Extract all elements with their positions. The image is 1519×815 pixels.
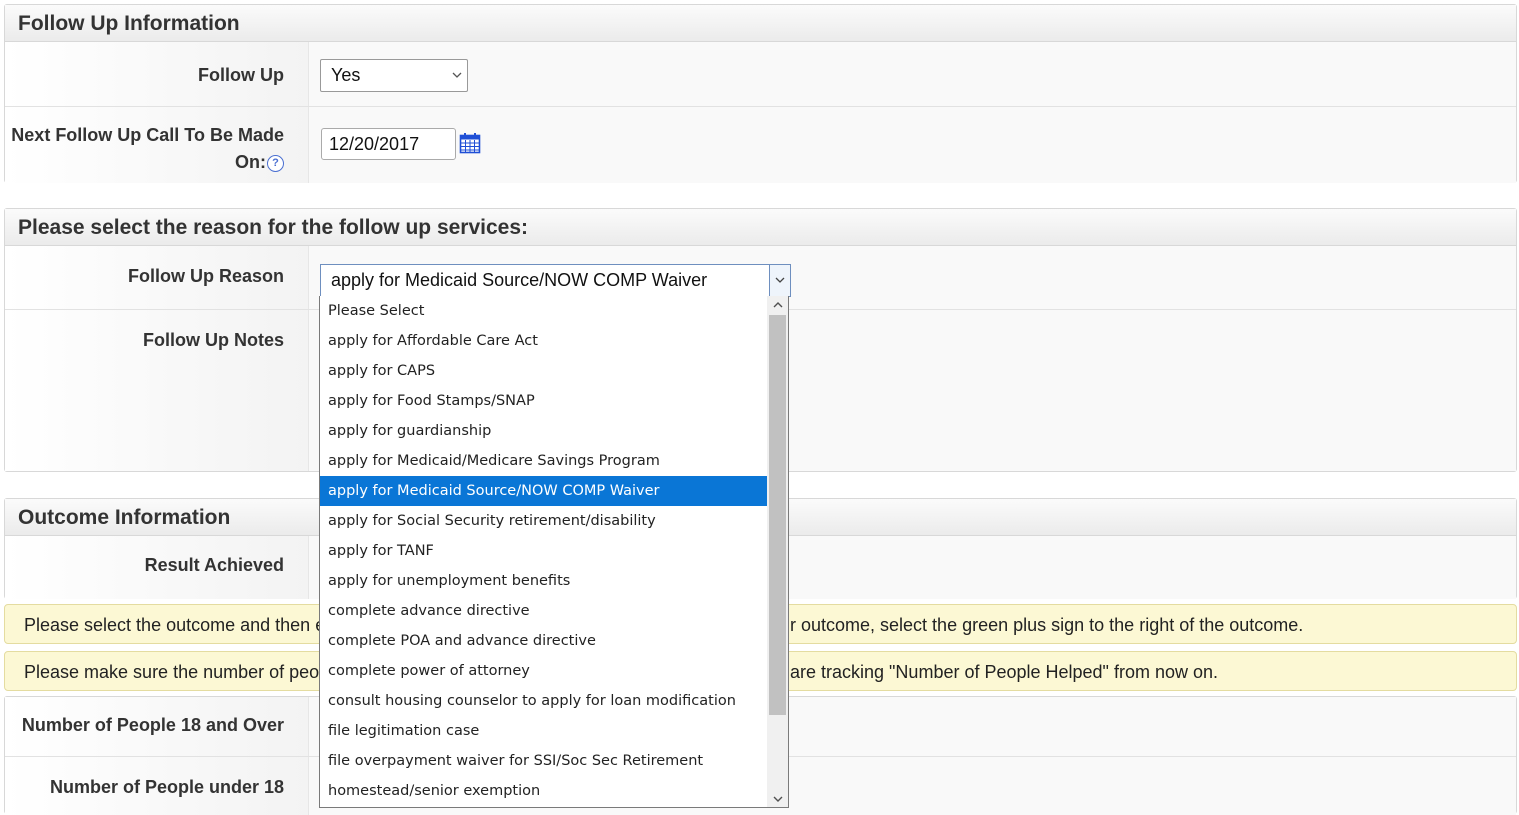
dropdown-option[interactable]: file overpayment waiver for SSI/Soc Sec …: [320, 746, 767, 776]
dropdown-option[interactable]: apply for TANF: [320, 536, 767, 566]
scroll-down-arrow-icon[interactable]: [767, 790, 788, 807]
dropdown-option[interactable]: apply for Medicaid/Medicare Savings Prog…: [320, 446, 767, 476]
dropdown-option[interactable]: apply for Social Security retirement/dis…: [320, 506, 767, 536]
follow-up-notes-label: Follow Up Notes: [5, 310, 309, 471]
dropdown-scrollbar[interactable]: [767, 296, 788, 807]
scroll-up-arrow-icon[interactable]: [767, 296, 788, 314]
follow-up-label: Follow Up: [5, 42, 309, 106]
chevron-down-icon: [769, 265, 790, 296]
people-under-18-label: Number of People under 18: [5, 757, 309, 815]
panel-title: Follow Up Information: [5, 5, 1516, 42]
follow-up-panel: Follow Up Information Follow Up Yes Next…: [4, 4, 1517, 183]
next-call-label: Next Follow Up Call To Be Made On:?: [5, 107, 309, 183]
dropdown-option[interactable]: complete advance directive: [320, 596, 767, 626]
dropdown-option[interactable]: apply for guardianship: [320, 416, 767, 446]
dropdown-option[interactable]: file legitimation case: [320, 716, 767, 746]
dropdown-option[interactable]: complete POA and advance directive: [320, 626, 767, 656]
dropdown-option[interactable]: Please Select: [320, 296, 767, 326]
result-achieved-label: Result Achieved: [5, 536, 309, 599]
follow-up-reason-select[interactable]: apply for Medicaid Source/NOW COMP Waive…: [320, 264, 791, 297]
dropdown-option-selected[interactable]: apply for Medicaid Source/NOW COMP Waive…: [320, 476, 767, 506]
dropdown-option[interactable]: apply for Food Stamps/SNAP: [320, 386, 767, 416]
dropdown-option[interactable]: apply for CAPS: [320, 356, 767, 386]
help-icon[interactable]: ?: [267, 155, 284, 172]
follow-up-select[interactable]: Yes: [320, 59, 468, 92]
calendar-icon[interactable]: [459, 132, 481, 154]
panel-title: Please select the reason for the follow …: [5, 209, 1516, 246]
follow-up-reason-label: Follow Up Reason: [5, 246, 309, 309]
people-18-over-label: Number of People 18 and Over: [5, 697, 309, 756]
next-call-date-input[interactable]: 12/20/2017: [321, 128, 456, 160]
dropdown-option[interactable]: apply for unemployment benefits: [320, 566, 767, 596]
chevron-down-icon: [447, 60, 467, 91]
dropdown-option[interactable]: consult housing counselor to apply for l…: [320, 686, 767, 716]
follow-up-reason-dropdown-list[interactable]: Please Select apply for Affordable Care …: [319, 296, 789, 808]
dropdown-option[interactable]: homestead/senior exemption: [320, 776, 767, 806]
dropdown-scroll-thumb[interactable]: [769, 315, 786, 715]
dropdown-option[interactable]: complete power of attorney: [320, 656, 767, 686]
dropdown-option[interactable]: apply for Affordable Care Act: [320, 326, 767, 356]
